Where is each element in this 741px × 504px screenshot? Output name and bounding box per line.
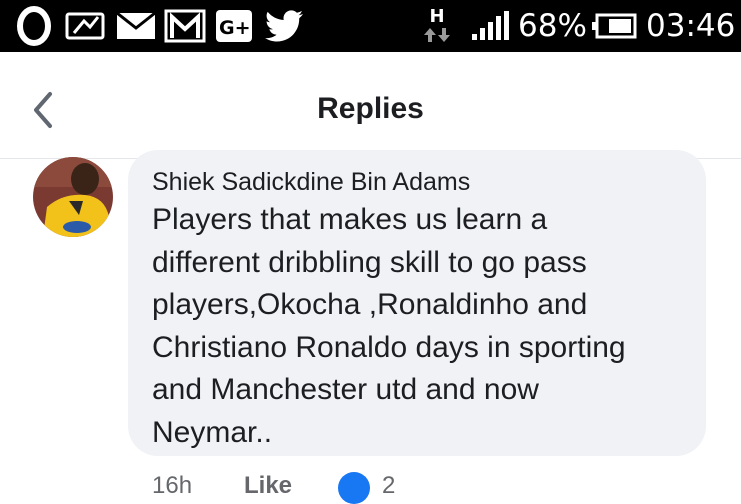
avatar[interactable] <box>33 157 113 237</box>
comment-author[interactable]: Shiek Sadickdine Bin Adams <box>152 168 470 197</box>
like-reaction-icon <box>338 472 370 504</box>
comment-text: Players that makes us learn a different … <box>152 199 697 454</box>
like-count[interactable]: 2 <box>382 472 395 500</box>
network-type-label: H <box>429 6 445 27</box>
gmail-icon <box>163 0 207 52</box>
signal-strength-icon <box>468 0 512 52</box>
mail-icon <box>114 0 158 52</box>
opera-icon <box>14 0 54 52</box>
comment-timestamp: 16h <box>152 472 193 499</box>
comment-line: different dribbling skill to go pass <box>152 245 587 279</box>
google-plus-icon: G+ <box>212 0 256 52</box>
comment-line: Players that makes us learn a <box>152 203 548 236</box>
chat-bubble-icon <box>62 0 108 52</box>
comment-line: Neymar.. <box>152 415 273 449</box>
network-type-icon: H <box>420 0 454 52</box>
comment-line: players,Okocha ,Ronaldinho and <box>152 288 588 321</box>
clock-time: 03:46 <box>646 8 736 44</box>
twitter-icon <box>264 0 306 52</box>
comment-line: Christiano Ronaldo days in sporting <box>152 330 626 364</box>
battery-icon <box>590 0 638 52</box>
page-title: Replies <box>317 92 424 125</box>
like-button[interactable]: Like <box>244 472 292 500</box>
status-bar: G+ H 68% 03:46 <box>0 0 741 52</box>
comment-line: and Manchester utd and now <box>152 373 539 406</box>
svg-text:G+: G+ <box>219 17 251 39</box>
battery-percent: 68% <box>518 8 587 44</box>
